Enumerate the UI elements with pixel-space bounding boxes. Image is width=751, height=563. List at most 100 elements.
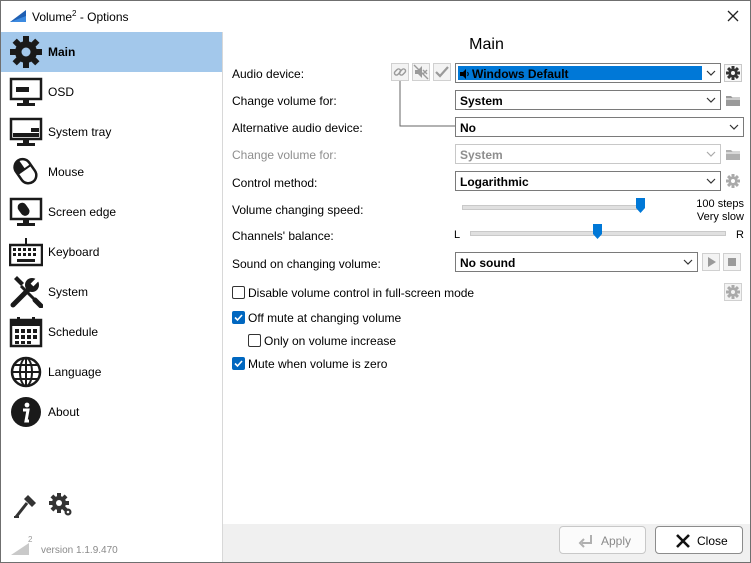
disable-fullscreen-label: Disable volume control in full-screen mo…	[248, 286, 475, 300]
close-label: Close	[697, 534, 728, 548]
chevron-down-icon	[706, 70, 716, 76]
info-icon	[11, 397, 41, 427]
only-increase-checkbox[interactable]	[248, 334, 261, 347]
sidebar-item-system[interactable]: System	[1, 272, 222, 312]
audio-device-value: Windows Default	[472, 67, 569, 81]
play-icon[interactable]	[702, 253, 720, 271]
change-volume-for-alt-value: System	[460, 148, 503, 162]
link-connector-line	[399, 81, 455, 127]
sidebar-item-label: Screen edge	[48, 205, 117, 219]
window-title: Volume2 - Options	[32, 9, 129, 24]
sidebar-item-about[interactable]: About	[1, 392, 222, 432]
apply-label: Apply	[601, 534, 632, 548]
version-label: version 1.1.9.470	[41, 545, 118, 556]
speed-desc: Very slow	[696, 211, 744, 223]
sidebar-item-keyboard[interactable]: Keyboard	[1, 232, 222, 272]
system-tray-icon	[9, 117, 43, 146]
sidebar-item-screen-edge[interactable]: Screen edge	[1, 192, 222, 232]
sidebar-item-label: System tray	[48, 125, 112, 139]
calendar-icon	[9, 317, 43, 348]
sidebar-item-label: System	[48, 285, 89, 299]
sidebar-item-label: Main	[48, 45, 76, 59]
balance-left-label: L	[454, 229, 461, 241]
change-volume-for-select[interactable]: System	[455, 90, 721, 110]
speaker-icon	[460, 69, 469, 79]
sidebar-item-main[interactable]: Main	[1, 32, 222, 72]
sound-select[interactable]: No sound	[455, 252, 698, 272]
sound-label: Sound on changing volume:	[232, 257, 381, 271]
mute-speaker-icon[interactable]	[412, 63, 430, 81]
sidebar-item-language[interactable]: Language	[1, 352, 222, 392]
sidebar-item-label: Mouse	[48, 165, 85, 179]
balance-slider-thumb[interactable]	[592, 224, 602, 239]
audio-device-label: Audio device:	[232, 67, 305, 81]
monitor-icon	[9, 77, 43, 106]
close-icon	[676, 534, 690, 548]
options-window: Volume2 - Options Main OSD System tray M…	[0, 0, 751, 563]
folder-icon[interactable]	[724, 91, 742, 109]
gear-icon	[10, 36, 42, 68]
fullscreen-settings-icon[interactable]	[724, 283, 742, 301]
chevron-down-icon	[706, 151, 716, 157]
window-close-button[interactable]	[721, 4, 745, 28]
sidebar: Main OSD System tray Mouse Screen edge K…	[1, 32, 223, 562]
keyboard-icon	[9, 238, 43, 267]
change-volume-for-alt-select[interactable]: System	[455, 144, 721, 164]
sound-value: No sound	[460, 256, 516, 270]
alt-audio-device-select[interactable]: No	[455, 117, 744, 137]
alt-audio-device-value: No	[460, 121, 476, 135]
mute-zero-checkbox[interactable]	[232, 357, 245, 370]
settings-tool-icon[interactable]	[48, 492, 74, 518]
control-method-settings-icon[interactable]	[724, 172, 742, 190]
speed-steps: 100 steps	[696, 198, 744, 210]
mouse-icon	[13, 157, 38, 185]
sidebar-item-label: About	[48, 405, 80, 419]
off-mute-checkbox[interactable]	[232, 311, 245, 324]
speed-slider-track[interactable]	[462, 205, 642, 210]
main-panel: Main Audio device: Windows Default Chang…	[223, 32, 750, 524]
apply-button[interactable]: Apply	[559, 526, 646, 554]
device-settings-icon[interactable]	[724, 64, 742, 82]
page-title: Main	[469, 36, 504, 53]
screen-edge-icon	[9, 197, 43, 226]
control-method-value: Logarithmic	[460, 175, 529, 189]
sidebar-item-label: Schedule	[48, 325, 99, 339]
volume-app-icon	[10, 10, 26, 22]
version-logo-sup: 2	[28, 535, 33, 544]
chevron-down-icon	[706, 178, 716, 184]
globe-icon	[10, 356, 42, 388]
change-volume-for-alt-label: Change volume for:	[232, 148, 337, 162]
change-volume-for-value: System	[460, 94, 503, 108]
folder-icon[interactable]	[724, 145, 742, 163]
audio-device-select[interactable]: Windows Default	[455, 63, 721, 83]
wrench-screwdriver-icon	[10, 276, 43, 308]
brush-tool-icon[interactable]	[12, 493, 38, 519]
chevron-down-icon	[683, 259, 693, 265]
link-icon[interactable]	[391, 63, 409, 81]
stop-icon[interactable]	[723, 253, 741, 271]
sidebar-item-mouse[interactable]: Mouse	[1, 152, 222, 192]
off-mute-label: Off mute at changing volume	[248, 311, 402, 325]
balance-right-label: R	[736, 229, 744, 241]
balance-label: Channels' balance:	[232, 229, 334, 243]
check-icon[interactable]	[433, 63, 451, 81]
checkmark-icon	[234, 360, 243, 368]
speed-label: Volume changing speed:	[232, 203, 364, 217]
chevron-down-icon	[729, 124, 739, 130]
sidebar-item-label: Language	[48, 365, 102, 379]
checkmark-icon	[234, 314, 243, 322]
disable-fullscreen-checkbox[interactable]	[232, 286, 245, 299]
sidebar-item-label: Keyboard	[48, 245, 100, 259]
title-bar: Volume2 - Options	[1, 1, 750, 32]
sidebar-item-schedule[interactable]: Schedule	[1, 312, 222, 352]
sidebar-item-label: OSD	[48, 85, 75, 99]
sidebar-item-osd[interactable]: OSD	[1, 72, 222, 112]
change-volume-for-label: Change volume for:	[232, 94, 337, 108]
speed-slider-thumb[interactable]	[635, 198, 645, 213]
apply-icon	[578, 535, 592, 548]
close-button[interactable]: Close	[655, 526, 743, 554]
control-method-select[interactable]: Logarithmic	[455, 171, 721, 191]
sidebar-item-system-tray[interactable]: System tray	[1, 112, 222, 152]
control-method-label: Control method:	[232, 176, 318, 190]
chevron-down-icon	[706, 97, 716, 103]
